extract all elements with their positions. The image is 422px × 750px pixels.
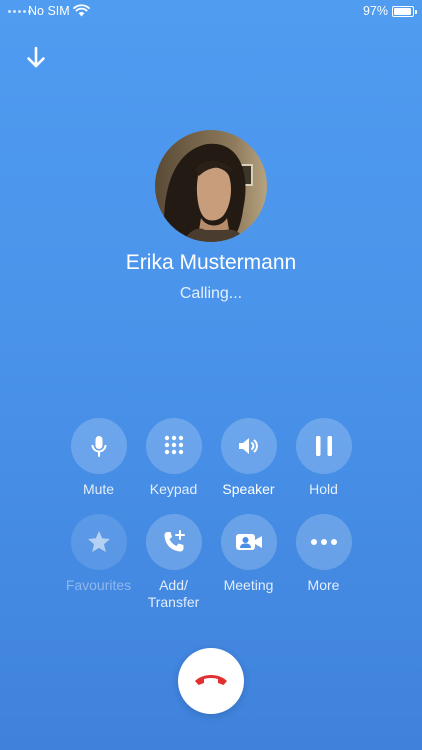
contact-name: Erika Mustermann (125, 251, 297, 274)
wifi-icon (73, 4, 90, 17)
avatar (155, 130, 267, 242)
hold-label: Hold (309, 481, 338, 497)
add-transfer-button[interactable]: Add/ Transfer (136, 514, 211, 611)
minimize-call-button[interactable] (22, 44, 50, 72)
speaker-label: Speaker (222, 481, 275, 497)
keypad-button[interactable]: Keypad (136, 418, 211, 498)
call-controls: Mute Keypad Speaker Hold Favourites Add/… (61, 418, 361, 611)
add-transfer-label: Add/ Transfer (147, 577, 200, 610)
end-call-icon (195, 675, 227, 685)
more-icon (310, 539, 337, 545)
favourites-label: Favourites (65, 577, 132, 593)
end-call-button[interactable] (178, 648, 244, 714)
favourites-button[interactable]: Favourites (61, 514, 136, 611)
microphone-icon (91, 436, 106, 457)
keypad-icon (164, 435, 183, 455)
battery-icon (392, 6, 417, 17)
status-bar: No SIM 97% (0, 0, 422, 22)
more-button[interactable]: More (286, 514, 361, 611)
carrier-label: No SIM (28, 4, 70, 18)
keypad-label: Keypad (149, 481, 198, 497)
speaker-icon (238, 438, 258, 454)
mute-button[interactable]: Mute (61, 418, 136, 498)
star-icon (87, 531, 110, 552)
hold-button[interactable]: Hold (286, 418, 361, 498)
call-status: Calling... (179, 285, 243, 302)
speaker-button[interactable]: Speaker (211, 418, 286, 498)
add-call-icon (164, 530, 185, 552)
meeting-label: Meeting (223, 577, 274, 593)
mute-label: Mute (82, 481, 115, 497)
battery-percent: 97% (362, 4, 388, 18)
pause-icon (315, 436, 332, 456)
meeting-button[interactable]: Meeting (211, 514, 286, 611)
video-camera-icon (235, 534, 262, 550)
arrow-down-icon (27, 46, 45, 68)
more-label: More (307, 577, 340, 593)
